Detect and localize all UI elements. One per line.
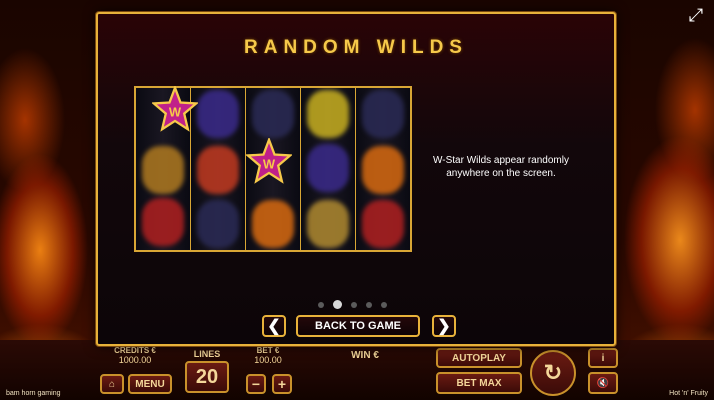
page-dot[interactable] [381, 301, 387, 308]
blurred-symbol [307, 144, 349, 192]
next-page-button[interactable]: ❯ [432, 315, 456, 337]
blurred-symbol [197, 90, 239, 138]
reel-5 [356, 88, 410, 250]
blurred-symbol [142, 198, 184, 246]
autoplay-button[interactable]: AUTOPLAY [436, 348, 522, 368]
reel-4 [301, 88, 356, 250]
credits-label: CREDITS € [114, 346, 156, 355]
page-dot[interactable] [318, 301, 324, 308]
back-to-game-button[interactable]: BACK TO GAME [296, 315, 420, 337]
blurred-symbol [362, 146, 404, 194]
paytable-panel: RANDOM WILDS W W W-Star Wilds appear ran… [96, 12, 616, 346]
svg-text:W: W [169, 104, 182, 119]
previous-page-button[interactable]: ❮ [262, 315, 286, 337]
menu-button[interactable]: MENU [128, 374, 172, 394]
win-label: WIN € [351, 350, 379, 361]
provider-text: bam horn gaming [6, 390, 61, 397]
bet-plus-button[interactable]: + [272, 374, 292, 394]
panel-title: RANDOM WILDS [244, 37, 468, 58]
game-name-text: Hot 'n' Fruity [669, 390, 708, 397]
wild-star-icon: W [246, 138, 292, 184]
home-button[interactable]: ⌂ [100, 374, 124, 394]
blurred-symbol [362, 200, 404, 248]
page-indicator [318, 300, 387, 309]
reel-2 [191, 88, 246, 250]
lines-label: LINES [193, 349, 221, 359]
blurred-symbol [307, 90, 349, 138]
blurred-symbol [197, 200, 239, 248]
blurred-symbol [142, 146, 184, 194]
lines-value[interactable]: 20 [185, 361, 229, 393]
game-control-bar: ⌂ CREDITS € 1000.00 MENU LINES 20 BET € … [0, 340, 714, 400]
page-dot-active[interactable] [333, 300, 342, 309]
bet-max-button[interactable]: BET MAX [436, 372, 522, 394]
bet-label: BET € [256, 346, 280, 355]
blurred-symbol [252, 90, 294, 138]
bet-minus-button[interactable]: − [246, 374, 266, 394]
blurred-symbol [307, 200, 349, 248]
bet-value: 100.00 [254, 355, 282, 365]
page-dot[interactable] [366, 301, 372, 308]
feature-description: W-Star Wilds appear randomly anywhere on… [433, 155, 569, 179]
sound-button[interactable]: 🔇 [588, 372, 618, 394]
svg-text:W: W [263, 156, 276, 171]
spin-button[interactable]: ↻ [530, 350, 576, 396]
wild-star-icon: W [152, 86, 198, 132]
blurred-symbol [197, 146, 239, 194]
fullscreen-icon[interactable]: ⤢ [686, 5, 706, 25]
credits-value: 1000.00 [118, 355, 152, 365]
info-button[interactable]: i [588, 348, 618, 368]
blurred-symbol [252, 200, 294, 248]
page-dot[interactable] [351, 301, 357, 308]
blurred-symbol [362, 90, 404, 138]
